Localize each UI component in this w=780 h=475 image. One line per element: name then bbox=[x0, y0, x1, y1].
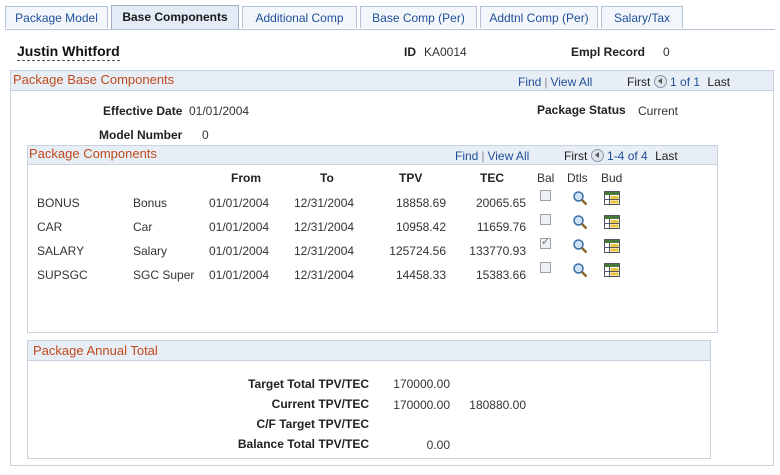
row-to: 12/31/2004 bbox=[294, 268, 355, 282]
current-tpv-value: 170000.00 bbox=[393, 398, 450, 412]
tab-base-comp-per[interactable]: Base Comp (Per) bbox=[360, 6, 477, 28]
employee-name: Justin Whitford bbox=[17, 43, 120, 61]
components-view-all-link[interactable]: View All bbox=[487, 149, 529, 163]
row-from: 01/01/2004 bbox=[209, 196, 270, 210]
column-header-bud: Bud bbox=[601, 171, 623, 185]
cf-target-label: C/F Target TPV/TEC bbox=[256, 417, 369, 431]
row-code: CAR bbox=[37, 220, 63, 234]
row-to: 12/31/2004 bbox=[294, 220, 355, 234]
bal-checkbox bbox=[540, 214, 551, 225]
row-description: Bonus bbox=[133, 196, 168, 210]
annual-total-title: Package Annual Total bbox=[33, 343, 158, 358]
tab-base-components[interactable]: Base Components bbox=[111, 5, 239, 29]
row-from: 01/01/2004 bbox=[209, 220, 270, 234]
row-tec: 20065.65 bbox=[475, 196, 526, 210]
tab-additional-comp[interactable]: Additional Comp bbox=[242, 6, 357, 28]
row-from: 01/01/2004 bbox=[209, 268, 270, 282]
id-label: ID bbox=[404, 45, 416, 59]
previous-arrow-icon[interactable] bbox=[590, 149, 604, 162]
previous-arrow-icon[interactable] bbox=[653, 75, 667, 88]
package-status-label: Package Status bbox=[537, 103, 626, 117]
base-last-label[interactable]: Last bbox=[707, 75, 730, 89]
effective-date-label: Effective Date bbox=[103, 104, 183, 118]
row-tpv: 18858.69 bbox=[395, 196, 446, 210]
components-nav: Find | View All bbox=[455, 149, 530, 163]
base-first-label[interactable]: First bbox=[627, 75, 650, 89]
tab-divider bbox=[5, 29, 775, 30]
current-tec-value: 180880.00 bbox=[469, 398, 526, 412]
column-header-dtls: Dtls bbox=[567, 171, 588, 185]
column-header-from: From bbox=[231, 171, 261, 185]
base-range: 1 of 1 bbox=[670, 75, 701, 89]
row-tec: 11659.76 bbox=[476, 220, 526, 234]
components-pager: First 1-4 of 4 Last bbox=[564, 149, 678, 163]
magnifier-icon[interactable] bbox=[572, 262, 588, 278]
balance-total-label: Balance Total TPV/TEC bbox=[237, 437, 369, 451]
budget-grid-icon[interactable] bbox=[604, 239, 620, 253]
empl-record-label: Empl Record bbox=[571, 45, 646, 59]
row-description: SGC Super bbox=[133, 268, 195, 282]
components-last-label[interactable]: Last bbox=[655, 149, 678, 163]
row-from: 01/01/2004 bbox=[209, 244, 270, 258]
row-tec: 133770.93 bbox=[469, 244, 526, 258]
bal-checkbox bbox=[540, 190, 551, 201]
effective-date-value: 01/01/2004 bbox=[189, 104, 250, 118]
row-code: SALARY bbox=[37, 244, 85, 258]
budget-grid-icon[interactable] bbox=[604, 215, 620, 229]
model-number-value: 0 bbox=[202, 128, 209, 142]
tab-addtnl-comp-per[interactable]: Addtnl Comp (Per) bbox=[480, 6, 598, 28]
row-description: Car bbox=[133, 220, 153, 234]
magnifier-icon[interactable] bbox=[572, 190, 588, 206]
row-code: SUPSGC bbox=[37, 268, 88, 282]
base-pager: First 1 of 1 Last bbox=[627, 75, 730, 89]
target-total-value: 170000.00 bbox=[393, 377, 450, 391]
row-tpv: 125724.56 bbox=[389, 244, 446, 258]
column-header-bal: Bal bbox=[537, 171, 555, 185]
tab-salary-tax[interactable]: Salary/Tax bbox=[601, 6, 683, 28]
column-header-to: To bbox=[320, 171, 334, 185]
balance-total-value: 0.00 bbox=[426, 438, 450, 452]
base-components-title: Package Base Components bbox=[13, 72, 175, 87]
row-tec: 15383.66 bbox=[475, 268, 526, 282]
components-title: Package Components bbox=[29, 146, 157, 161]
column-header-tec: TEC bbox=[480, 171, 504, 185]
row-code: BONUS bbox=[37, 196, 80, 210]
row-tpv: 10958.42 bbox=[395, 220, 446, 234]
column-header-tpv: TPV bbox=[399, 171, 423, 185]
magnifier-icon[interactable] bbox=[572, 214, 588, 230]
row-to: 12/31/2004 bbox=[294, 196, 355, 210]
row-description: Salary bbox=[133, 244, 168, 258]
bal-checkbox bbox=[540, 262, 551, 273]
bal-checkbox bbox=[540, 235, 551, 249]
row-tpv: 14458.33 bbox=[395, 268, 446, 282]
model-number-label: Model Number bbox=[99, 128, 183, 142]
empl-record-value: 0 bbox=[663, 45, 670, 59]
magnifier-icon[interactable] bbox=[572, 238, 588, 254]
components-range: 1-4 of 4 bbox=[607, 149, 648, 163]
tab-package-model[interactable]: Package Model bbox=[5, 6, 108, 28]
row-to: 12/31/2004 bbox=[294, 244, 355, 258]
budget-grid-icon[interactable] bbox=[604, 191, 620, 205]
base-view-all-link[interactable]: View All bbox=[550, 75, 592, 89]
base-components-nav: Find | View All bbox=[518, 75, 593, 89]
target-total-label: Target Total TPV/TEC bbox=[248, 377, 369, 391]
base-find-link[interactable]: Find bbox=[518, 75, 541, 89]
components-find-link[interactable]: Find bbox=[455, 149, 478, 163]
budget-grid-icon[interactable] bbox=[604, 263, 620, 277]
package-status-value: Current bbox=[638, 104, 679, 118]
components-first-label[interactable]: First bbox=[564, 149, 587, 163]
current-total-label: Current TPV/TEC bbox=[271, 397, 369, 411]
id-value: KA0014 bbox=[424, 45, 467, 59]
